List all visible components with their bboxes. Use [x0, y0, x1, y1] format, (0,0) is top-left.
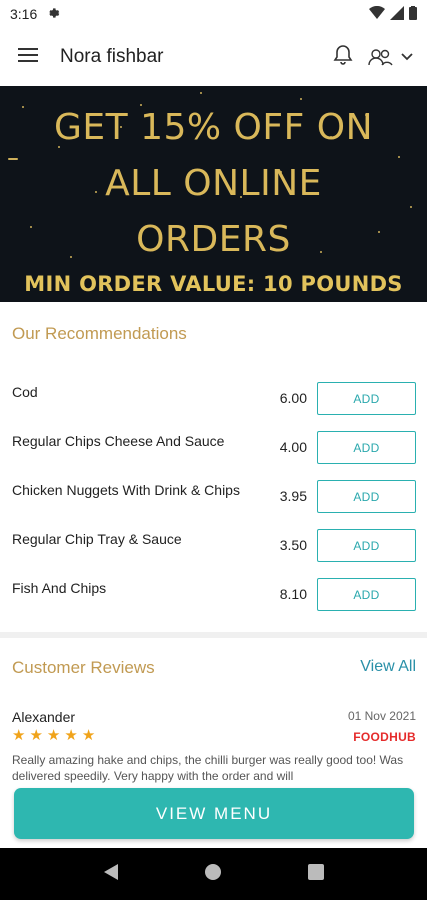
- chevron-down-icon: [401, 53, 413, 61]
- add-button[interactable]: ADD: [317, 578, 416, 611]
- star-rating: ★ ★ ★ ★ ★: [12, 726, 95, 744]
- item-name: Cod: [12, 384, 38, 400]
- banner-line-2: ALL ONLINE: [105, 163, 322, 204]
- app-bar: Nora fishbar: [0, 28, 427, 86]
- banner-line-3: ORDERS: [136, 219, 291, 260]
- notification-bell-icon[interactable]: [333, 44, 353, 71]
- review-date: 01 Nov 2021: [347, 709, 416, 723]
- add-button[interactable]: ADD: [317, 431, 416, 464]
- add-button[interactable]: ADD: [317, 480, 416, 513]
- foodhub-logo: FOODHUB: [353, 730, 416, 744]
- promo-banner[interactable]: GET 15% OFF ON ALL ONLINE ORDERS MIN ORD…: [0, 86, 427, 302]
- recommendations-title: Our Recommendations: [12, 324, 187, 343]
- item-name: Regular Chips Cheese And Sauce: [12, 433, 225, 449]
- wifi-icon: [369, 5, 385, 23]
- star-icon: ★: [12, 727, 26, 744]
- recommendations-section: Our Recommendations Cod 6.00 ADD Regular…: [0, 302, 427, 632]
- home-icon[interactable]: [204, 863, 222, 886]
- status-time: 3:16: [10, 6, 38, 22]
- signal-icon: [390, 5, 404, 23]
- recents-icon[interactable]: [308, 863, 325, 885]
- star-icon: ★: [29, 727, 43, 744]
- reviews-title: Customer Reviews: [12, 658, 155, 677]
- back-icon[interactable]: [103, 863, 119, 886]
- recommendation-item: Regular Chips Cheese And Sauce 4.00 ADD: [0, 431, 427, 465]
- banner-subline: MIN ORDER VALUE: 10 POUNDS: [24, 272, 403, 296]
- item-name: Regular Chip Tray & Sauce: [12, 531, 182, 547]
- view-all-link[interactable]: View All: [360, 658, 416, 676]
- star-icon: ★: [64, 727, 78, 744]
- restaurant-title: Nora fishbar: [60, 46, 164, 67]
- item-price: 4.00: [279, 439, 307, 455]
- status-bar: 3:16: [0, 0, 427, 28]
- recommendation-item: Chicken Nuggets With Drink & Chips 3.95 …: [0, 480, 427, 514]
- banner-line-1: GET 15% OFF ON: [54, 107, 373, 148]
- system-nav-bar: [0, 848, 427, 900]
- item-price: 3.50: [279, 537, 307, 553]
- menu-icon[interactable]: [18, 47, 38, 68]
- item-price: 8.10: [279, 586, 307, 602]
- item-price: 3.95: [279, 488, 307, 504]
- recommendation-item: Fish And Chips 8.10 ADD: [0, 578, 427, 612]
- settings-icon: [47, 6, 61, 23]
- add-button[interactable]: ADD: [317, 382, 416, 415]
- item-price: 6.00: [279, 390, 307, 406]
- item-name: Fish And Chips: [12, 580, 107, 596]
- star-icon: ★: [46, 727, 61, 744]
- star-icon: ★: [81, 727, 96, 744]
- account-icon[interactable]: [367, 47, 413, 67]
- add-button[interactable]: ADD: [317, 529, 416, 562]
- recommendation-item: Regular Chip Tray & Sauce 3.50 ADD: [0, 529, 427, 563]
- item-name: Chicken Nuggets With Drink & Chips: [12, 482, 240, 498]
- recommendation-item: Cod 6.00 ADD: [0, 382, 427, 416]
- view-menu-button[interactable]: VIEW MENU: [14, 788, 414, 839]
- battery-icon: [409, 5, 417, 23]
- review-text: Really amazing hake and chips, the chill…: [12, 753, 404, 783]
- reviewer-name: Alexander: [12, 709, 76, 725]
